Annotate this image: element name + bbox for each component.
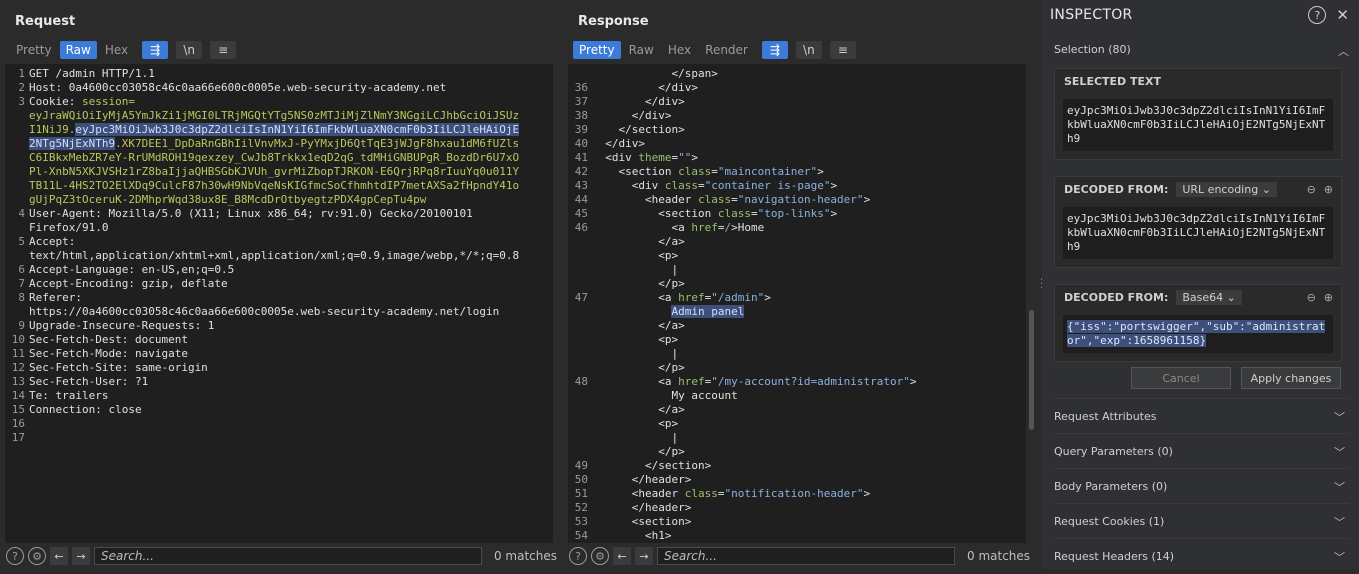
wrap-lines-icon[interactable]: ⇶: [142, 41, 169, 59]
request-matches: 0 matches: [493, 549, 558, 563]
request-text[interactable]: GET /admin HTTP/1.1 Host: 0a4600cc03058c…: [29, 67, 520, 431]
chevron-down-icon: ﹀: [1334, 480, 1345, 494]
selection-header[interactable]: Selection (80) ︿: [1054, 43, 1349, 59]
selection-label: Selection (80): [1054, 43, 1131, 56]
request-editor[interactable]: 1 2 3 4 5 6 7 8 9 10 11 12 13 14 15 16 1…: [5, 64, 553, 543]
tab-hex[interactable]: Hex: [662, 41, 697, 59]
response-text[interactable]: </span> </div> </div> </div> </section> …: [592, 67, 916, 543]
tab-pretty[interactable]: Pretty: [573, 41, 621, 59]
help-icon[interactable]: ?: [1308, 6, 1327, 24]
tab-raw[interactable]: Raw: [59, 41, 97, 59]
minus-icon[interactable]: ⊖: [1307, 291, 1316, 304]
tab-render[interactable]: Render: [699, 41, 754, 59]
chevron-down-icon: ﹀: [1334, 410, 1345, 424]
tab-pretty[interactable]: Pretty: [10, 41, 58, 59]
chevron-down-icon: ﹀: [1334, 515, 1345, 529]
prev-match-icon[interactable]: ←: [613, 547, 631, 565]
prev-match-icon[interactable]: ←: [50, 547, 68, 565]
response-search-input[interactable]: Search...: [657, 547, 955, 565]
response-footer: ? ⚙ ← → Search... 0 matches: [563, 543, 1033, 569]
chevron-up-icon[interactable]: ︿: [1338, 43, 1349, 59]
newline-icon[interactable]: \n: [795, 41, 822, 59]
selected-text-value[interactable]: eyJpc3MiOiJwb3J0c3dpZ2dlciIsInN1YiI6ImFk…: [1063, 99, 1333, 151]
section-request-cookies[interactable]: Request Cookies (1) ﹀: [1054, 503, 1349, 539]
cancel-button[interactable]: Cancel: [1131, 367, 1231, 389]
decoded-base64-card: DECODED FROM: Base64 ⌄ ⊖ ⊕ {"iss":"portsw…: [1054, 284, 1342, 362]
response-matches: 0 matches: [967, 549, 1031, 563]
plus-icon[interactable]: ⊕: [1324, 291, 1333, 304]
request-footer: ? ⚙ ← → Search... 0 matches: [0, 543, 557, 569]
decoded-url-card: DECODED FROM: URL encoding ⌄ ⊖ ⊕ eyJpc3Mi…: [1054, 176, 1342, 268]
request-search-input[interactable]: Search...: [94, 547, 482, 565]
plus-icon[interactable]: ⊕: [1324, 183, 1333, 196]
request-pane: Request Pretty Raw Hex ⇶ \n ≡ 1 2 3 4 5 …: [0, 0, 557, 569]
next-match-icon[interactable]: →: [72, 547, 90, 565]
line-numbers: 1 2 3 4 5 6 7 8 9 10 11 12 13 14 15 16 1…: [11, 67, 25, 444]
tab-raw[interactable]: Raw: [623, 41, 660, 59]
section-request-attributes[interactable]: Request Attributes ﹀: [1054, 398, 1349, 434]
close-icon[interactable]: ✕: [1336, 6, 1349, 24]
settings-gear-icon[interactable]: ⚙: [28, 547, 46, 565]
line-numbers: 36 37 38 39 40 41 42 43 44 45 46 47 48 4…: [574, 81, 588, 542]
decoded-base64-value[interactable]: {"iss":"portswigger","sub":"administrato…: [1067, 320, 1326, 347]
response-editor[interactable]: 36 37 38 39 40 41 42 43 44 45 46 47 48 4…: [568, 64, 1026, 543]
section-query-parameters[interactable]: Query Parameters (0) ﹀: [1054, 433, 1349, 469]
inspector-panel: INSPECTOR ? ✕ Selection (80) ︿ SELECTED …: [1042, 0, 1359, 569]
wrap-lines-icon[interactable]: ⇶: [761, 41, 788, 59]
apply-changes-button[interactable]: Apply changes: [1241, 367, 1341, 389]
chevron-down-icon: ﹀: [1334, 445, 1345, 459]
settings-gear-icon[interactable]: ⚙: [591, 547, 609, 565]
encoding-dropdown[interactable]: Base64 ⌄: [1176, 289, 1242, 305]
menu-icon[interactable]: ≡: [829, 41, 856, 59]
newline-icon[interactable]: \n: [176, 41, 203, 59]
help-icon[interactable]: ?: [6, 547, 24, 565]
encoding-dropdown[interactable]: URL encoding ⌄: [1176, 181, 1277, 197]
response-toolbar: Pretty Raw Hex Render ⇶ \n ≡: [573, 40, 856, 60]
help-icon[interactable]: ?: [569, 547, 587, 565]
selected-text-label: SELECTED TEXT: [1064, 74, 1162, 88]
inspector-resize-handle[interactable]: ⋮: [1036, 276, 1048, 290]
chevron-down-icon: ﹀: [1334, 550, 1345, 564]
request-toolbar: Pretty Raw Hex ⇶ \n ≡: [10, 40, 237, 60]
decoded-url-value[interactable]: eyJpc3MiOiJwb3J0c3dpZ2dlciIsInN1YiI6ImFk…: [1063, 207, 1333, 259]
response-title: Response: [578, 14, 649, 29]
selected-text-card: SELECTED TEXT eyJpc3MiOiJwb3J0c3dpZ2dlci…: [1054, 68, 1342, 160]
minus-icon[interactable]: ⊖: [1307, 183, 1316, 196]
decoded-from-label: DECODED FROM:: [1064, 182, 1169, 196]
decoded-from-label: DECODED FROM:: [1064, 290, 1169, 304]
inspector-icons: ? ✕: [1308, 6, 1349, 24]
next-match-icon[interactable]: →: [635, 547, 653, 565]
request-title: Request: [15, 14, 76, 29]
inspector-title: INSPECTOR: [1050, 7, 1133, 23]
tab-hex[interactable]: Hex: [99, 41, 134, 59]
section-body-parameters[interactable]: Body Parameters (0) ﹀: [1054, 468, 1349, 504]
response-scrollbar[interactable]: [1029, 310, 1034, 430]
menu-icon[interactable]: ≡: [210, 41, 237, 59]
response-pane: Response Pretty Raw Hex Render ⇶ \n ≡ 36…: [563, 0, 1033, 569]
